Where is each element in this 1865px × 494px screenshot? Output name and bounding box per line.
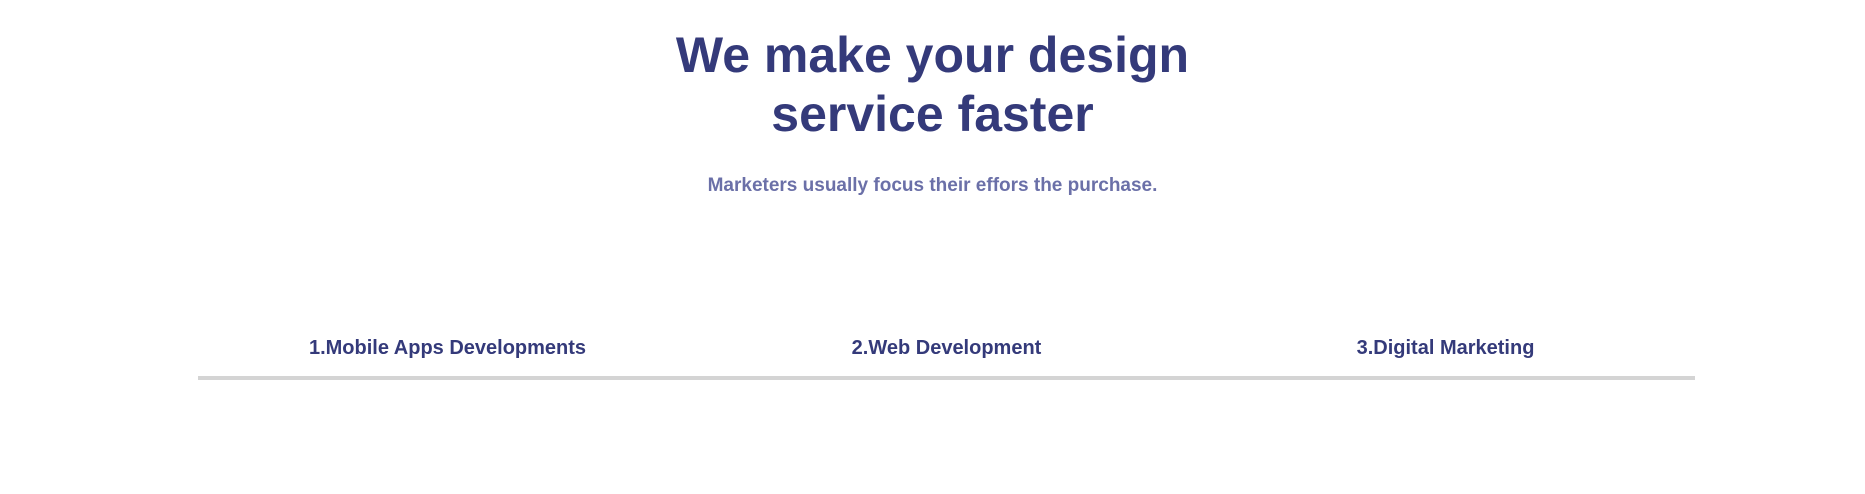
hero: We make your design service faster Marke…: [0, 26, 1865, 198]
tab-digital-marketing[interactable]: 3.Digital Marketing: [1196, 332, 1695, 376]
service-tabs: 1.Mobile Apps Developments 2.Web Develop…: [198, 332, 1695, 380]
tab-web-development[interactable]: 2.Web Development: [697, 332, 1196, 376]
hero-title: We make your design service faster: [675, 27, 1190, 142]
hero-subtitle: Marketers usually focus their effors the…: [707, 175, 1158, 196]
tab-mobile-apps-developments[interactable]: 1.Mobile Apps Developments: [198, 332, 697, 376]
services-section: We make your design service faster Marke…: [0, 0, 1865, 494]
